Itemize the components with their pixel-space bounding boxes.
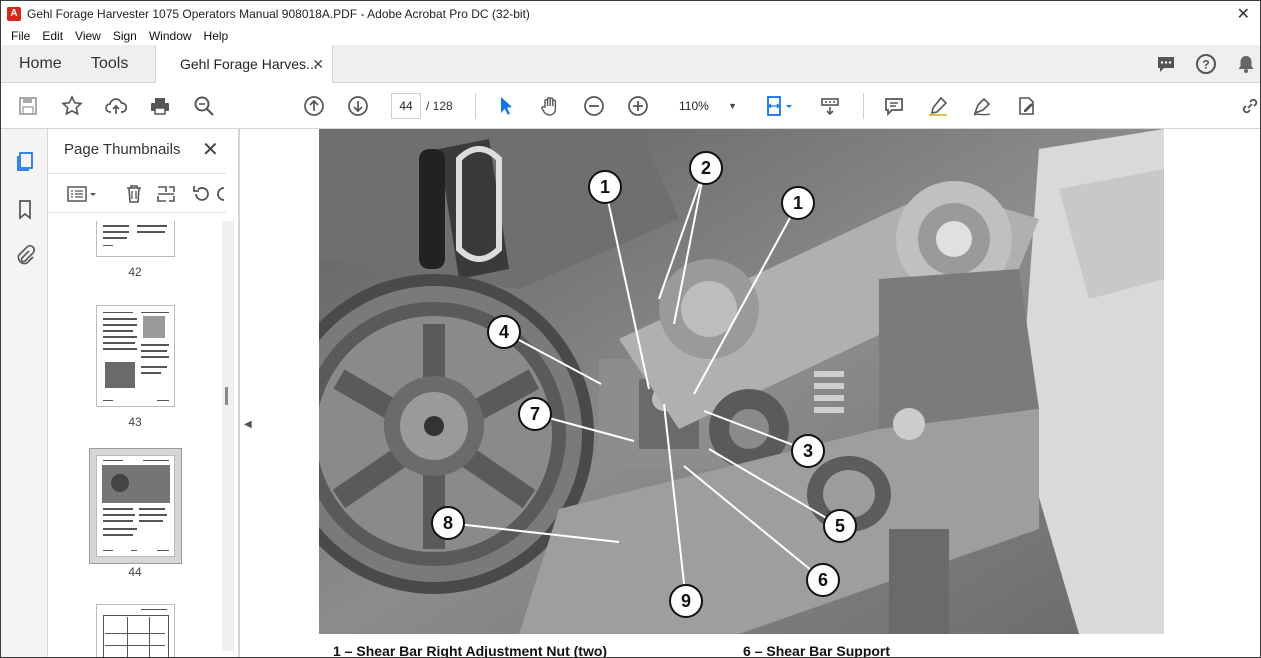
acrobat-window: A Gehl Forage Harvester 1075 Operators M… <box>0 0 1261 658</box>
svg-text:8: 8 <box>443 513 453 533</box>
thumbnail-options-icon[interactable] <box>64 182 100 206</box>
zoom-level-value: 110% <box>679 99 709 113</box>
star-icon[interactable] <box>59 93 85 119</box>
zoom-out-icon[interactable] <box>581 93 607 119</box>
page-total: / 128 <box>426 99 453 113</box>
caption-left: 1 – Shear Bar Right Adjustment Nut (two) <box>333 643 608 658</box>
zoom-in-icon[interactable] <box>625 93 651 119</box>
svg-text:7: 7 <box>530 404 540 424</box>
callout-5: 5 <box>823 509 857 543</box>
callout-4: 4 <box>487 315 521 349</box>
tab-document-label: Gehl Forage Harves... <box>180 56 318 72</box>
previous-page-icon[interactable] <box>301 93 327 119</box>
svg-text:9: 9 <box>681 591 691 611</box>
help-icon[interactable]: ? <box>1195 53 1217 75</box>
pages-icon[interactable] <box>13 149 37 173</box>
attachment-icon[interactable] <box>13 243 37 267</box>
window-title: Gehl Forage Harvester 1075 Operators Man… <box>27 7 530 21</box>
zoom-level-dropdown[interactable]: 110% ▼ <box>669 93 743 119</box>
bell-icon[interactable] <box>1235 53 1257 75</box>
page-thumbnail-42[interactable] <box>96 221 175 257</box>
menu-file[interactable]: File <box>11 29 30 43</box>
acrobat-app-icon: A <box>7 7 21 21</box>
menu-edit[interactable]: Edit <box>42 29 63 43</box>
upload-cloud-icon[interactable] <box>103 93 129 119</box>
page-thumbnail-44[interactable] <box>96 455 175 557</box>
tab-document[interactable]: Gehl Forage Harves... ✕ <box>155 45 333 83</box>
menu-window[interactable]: Window <box>149 29 192 43</box>
add-comment-icon[interactable] <box>881 93 907 119</box>
page-thumbnail-label: 43 <box>128 415 142 429</box>
menu-help[interactable]: Help <box>204 29 229 43</box>
svg-text:6: 6 <box>818 570 828 590</box>
svg-text:3: 3 <box>803 441 813 461</box>
callout-8: 8 <box>431 506 465 540</box>
save-icon[interactable] <box>15 93 41 119</box>
left-nav-rail <box>1 129 48 657</box>
chevron-down-icon: ▼ <box>728 101 737 111</box>
select-cursor-icon[interactable] <box>493 93 519 119</box>
scroll-mode-icon[interactable] <box>817 93 843 119</box>
callout-3: 3 <box>791 434 825 468</box>
extract-page-icon[interactable] <box>154 182 178 206</box>
svg-text:1: 1 <box>793 193 803 213</box>
tabs-bar: Home Tools Gehl Forage Harves... ✕ ? <box>1 45 1260 83</box>
svg-text:5: 5 <box>835 516 845 536</box>
thumbnails-panel: Page Thumbnails ✕ 42 43 44 <box>48 129 239 657</box>
svg-text:1: 1 <box>600 177 610 197</box>
thumbnail-toolbar <box>48 173 226 213</box>
callout-7: 7 <box>518 397 552 431</box>
bookmark-icon[interactable] <box>13 197 37 221</box>
rotate-page-icon[interactable] <box>190 182 214 206</box>
callout-1-right: 1 <box>781 186 815 220</box>
manual-figure-photo: 1 2 1 4 7 3 5 8 6 9 <box>319 129 1164 634</box>
menu-sign[interactable]: Sign <box>113 29 137 43</box>
title-bar: A Gehl Forage Harvester 1075 Operators M… <box>1 1 1260 27</box>
comment-icon[interactable] <box>1155 53 1177 75</box>
toolbar: 44 / 128 110% ▼ <box>1 83 1260 129</box>
tab-tools[interactable]: Tools <box>91 45 128 83</box>
draw-pen-icon[interactable] <box>969 93 995 119</box>
tab-close-icon[interactable]: ✕ <box>312 45 324 83</box>
callout-2: 2 <box>689 151 723 185</box>
tab-home[interactable]: Home <box>19 45 62 83</box>
page-number-input[interactable]: 44 <box>391 93 421 119</box>
callout-9: 9 <box>669 584 703 618</box>
page-thumbnail-label: 42 <box>128 265 142 279</box>
svg-text:2: 2 <box>701 158 711 178</box>
svg-text:4: 4 <box>499 322 509 342</box>
page-thumbnail-43[interactable] <box>96 305 175 407</box>
menu-view[interactable]: View <box>75 29 101 43</box>
scrollbar-grip[interactable] <box>225 387 228 405</box>
figure-drawing: 1 2 1 4 7 3 5 8 6 9 <box>319 129 1164 634</box>
window-close-icon[interactable]: ✕ <box>1237 4 1250 24</box>
link-icon[interactable] <box>1237 93 1260 119</box>
page-thumbnail-label: 44 <box>128 565 142 579</box>
callout-1-left: 1 <box>588 170 622 204</box>
page-fit-icon[interactable] <box>761 93 797 119</box>
fill-sign-icon[interactable] <box>1013 93 1039 119</box>
toolbar-divider <box>475 93 476 119</box>
zoom-search-icon[interactable] <box>191 93 217 119</box>
print-icon[interactable] <box>147 93 173 119</box>
svg-text:?: ? <box>1202 58 1209 72</box>
collapse-panel-icon[interactable]: ◀ <box>244 419 252 430</box>
toolbar-divider <box>863 93 864 119</box>
thumbnail-scrollbar[interactable] <box>222 221 234 651</box>
caption-right: 6 – Shear Bar Support <box>743 643 891 658</box>
callout-6: 6 <box>806 563 840 597</box>
hand-tool-icon[interactable] <box>537 93 563 119</box>
highlight-pen-icon[interactable] <box>925 93 951 119</box>
next-page-icon[interactable] <box>345 93 371 119</box>
thumbnails-panel-title: Page Thumbnails <box>64 141 181 158</box>
menu-bar: File Edit View Sign Window Help <box>1 27 1260 45</box>
delete-page-icon[interactable] <box>122 182 146 206</box>
close-panel-icon[interactable]: ✕ <box>202 137 219 162</box>
page-thumbnail-45[interactable] <box>96 604 175 657</box>
more-tools-icon[interactable] <box>216 182 226 206</box>
